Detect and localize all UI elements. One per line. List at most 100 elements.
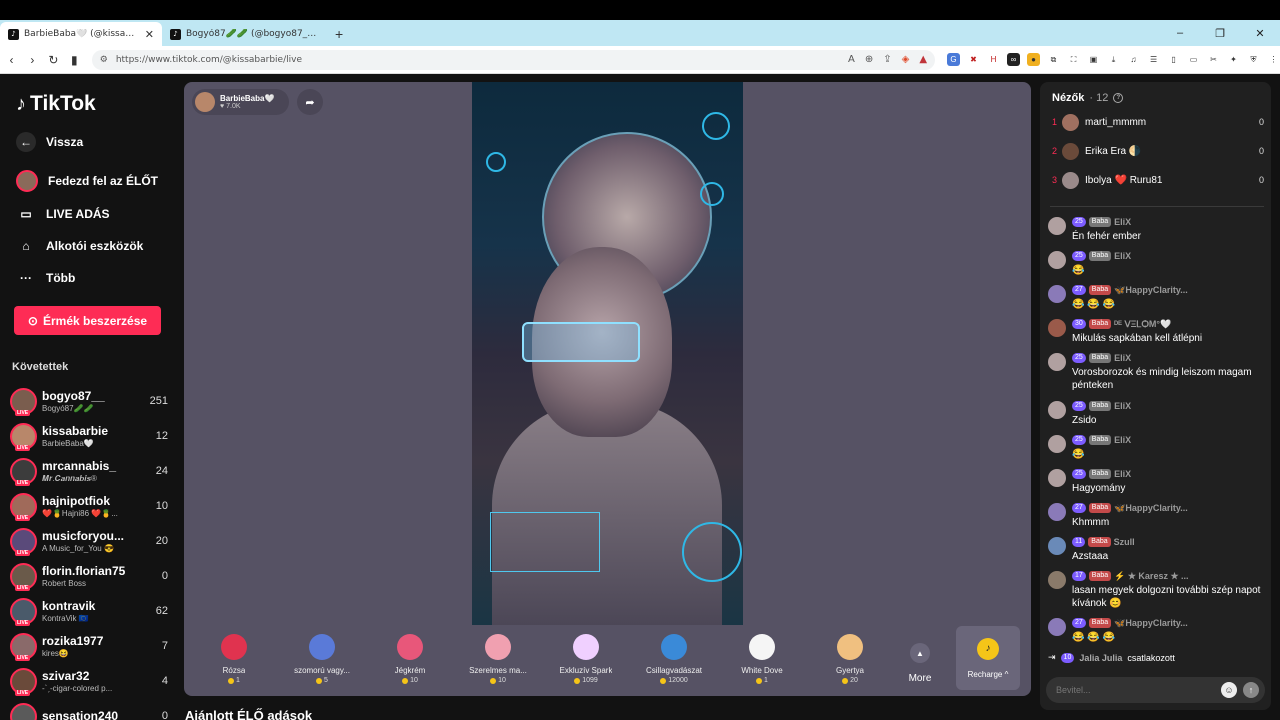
nav-explore-live[interactable]: Fedezd fel az ÉLŐT [16, 170, 158, 192]
forward-icon[interactable]: › [23, 53, 42, 67]
chat-username[interactable]: 🦋HappyClarity... [1114, 618, 1188, 629]
gift-item[interactable]: Csillagvadászat 12000 [630, 626, 718, 690]
viewers-header[interactable]: Nézők · 12 ? [1052, 92, 1124, 104]
tab-barbiebaba[interactable]: ♪ BarbieBaba🤍 (@kissabarbie ✕ [0, 22, 162, 46]
chat-username[interactable]: Szull [1114, 537, 1135, 547]
viewer-row[interactable]: 2 Erika Era 🌗 0 [1052, 140, 1264, 162]
chat-username[interactable]: EliX [1114, 401, 1131, 411]
bookmark-icon[interactable]: ▮ [65, 53, 84, 67]
avatar[interactable] [1048, 353, 1066, 371]
tab-bogyo[interactable]: ♪ Bogyó87🥒🥒 (@bogyo87__) Él [162, 22, 327, 46]
host-info-pill[interactable]: BarbieBaba🤍 ♥ 7.0K [192, 89, 289, 115]
sidebar-icon[interactable]: ▯ [1167, 53, 1180, 66]
share-icon[interactable]: ⇪ [883, 54, 891, 65]
live-video[interactable] [472, 82, 743, 625]
ai-icon[interactable]: ✦ [1227, 53, 1240, 66]
music-icon[interactable]: ♫ [1127, 53, 1140, 66]
following-item[interactable]: LIVE mrcannabis_ 𝑴𝒓.𝑪𝒂𝒏𝒏𝒂𝒃𝒊𝒔® 24 [10, 455, 168, 487]
back-link[interactable]: ← Vissza [16, 132, 83, 152]
extension-icon[interactable]: H [987, 53, 1000, 66]
chat-username[interactable]: EliX [1114, 353, 1131, 363]
following-item[interactable]: LIVE florin.florian75 Robert Boss 0 [10, 560, 168, 592]
gift-item[interactable]: szomorú vagy... 5 [278, 626, 366, 690]
more-gifts-button[interactable]: ▲ More [894, 626, 946, 690]
avatar[interactable] [1048, 319, 1066, 337]
avatar[interactable] [1048, 571, 1066, 589]
following-item[interactable]: LIVE bogyo87__ Bogyó87🥒🥒 251 [10, 385, 168, 417]
shield-icon[interactable]: ◈ [902, 54, 910, 65]
gift-item[interactable]: Jégkrém 10 [366, 626, 454, 690]
join-username[interactable]: Jalia Julia [1079, 653, 1122, 663]
chat-input[interactable] [1056, 685, 1215, 695]
gift-item[interactable]: Szerelmes ma... 10 [454, 626, 542, 690]
gift-item[interactable]: White Dove 1 [718, 626, 806, 690]
vpn-icon[interactable]: ⛨ [1247, 53, 1260, 66]
extension-icon[interactable]: ▣ [1087, 53, 1100, 66]
avatar[interactable] [1048, 618, 1066, 636]
chat-username[interactable]: ᴰᴱ ᐯΞᏞѺM°🤍 [1114, 319, 1171, 330]
reload-icon[interactable]: ↻ [44, 53, 63, 67]
following-item[interactable]: LIVE szivar32 -ˋˏ-cigar-colored p... 4 [10, 665, 168, 697]
avatar[interactable] [1048, 469, 1066, 487]
back-icon[interactable]: ‹ [2, 53, 21, 67]
extension-icon[interactable]: ● [1027, 53, 1041, 66]
share-button[interactable]: ➦ [297, 89, 323, 115]
fan-club-badge: Baba [1088, 503, 1112, 513]
chat-username[interactable]: 🦋HappyClarity... [1114, 503, 1188, 514]
chat-username[interactable]: EliX [1114, 217, 1131, 227]
extension-icon[interactable]: ⛶ [1067, 53, 1080, 66]
new-tab-button[interactable]: + [327, 22, 351, 46]
site-info-icon[interactable]: ⚙ [100, 55, 108, 65]
chat-username[interactable]: ⚡ ★ Karesz ★ ... [1114, 571, 1188, 582]
following-item[interactable]: LIVE sensation240 0 [10, 700, 168, 720]
chat-username[interactable]: EliX [1114, 469, 1131, 479]
avatar[interactable] [1048, 537, 1066, 555]
chat-username[interactable]: 🦋HappyClarity... [1114, 285, 1188, 296]
avatar[interactable] [1048, 217, 1066, 235]
gift-item[interactable]: Gyertya 20 [806, 626, 894, 690]
following-item[interactable]: LIVE rozika1977 kires😆 7 [10, 630, 168, 662]
following-item[interactable]: LIVE hajnipotfiok ❤️🍍Hajni86 ❤️🍍... 10 [10, 490, 168, 522]
wallet-icon[interactable]: ▭ [1187, 53, 1200, 66]
gift-item[interactable]: Exkluzív Spark 1099 [542, 626, 630, 690]
back-label: Vissza [46, 135, 84, 149]
nav-live-broadcast[interactable]: ▭ LIVE ADÁS [16, 204, 109, 224]
maximize-button[interactable]: ❐ [1200, 27, 1240, 40]
chat-username[interactable]: EliX [1114, 251, 1131, 261]
following-item[interactable]: LIVE kontravik KontraVik 🇪🇺 62 [10, 595, 168, 627]
reading-list-icon[interactable]: ☰ [1147, 53, 1160, 66]
download-icon[interactable]: ⤓ [1107, 53, 1120, 66]
close-window-button[interactable]: ✕ [1240, 27, 1280, 40]
nav-creator-tools[interactable]: ⌂ Alkotói eszközök [16, 236, 143, 256]
avatar[interactable] [1048, 401, 1066, 419]
avatar[interactable] [1048, 251, 1066, 269]
avatar[interactable] [1048, 435, 1066, 453]
menu-icon[interactable]: ⋮ [1267, 53, 1280, 66]
tiktok-logo[interactable]: ♪ TikTok [16, 92, 96, 116]
recharge-button[interactable]: ♪ Recharge ^ [956, 626, 1020, 690]
address-field[interactable]: ⚙ https://www.tiktok.com/@kissabarbie/li… [91, 49, 936, 70]
avatar[interactable] [1048, 285, 1066, 303]
extension-icon[interactable]: ✖ [967, 53, 980, 66]
nav-more[interactable]: ··· Több [16, 268, 75, 288]
screenshot-icon[interactable]: ✂ [1207, 53, 1220, 66]
extension-icon[interactable]: ∞ [1007, 53, 1021, 66]
viewer-row[interactable]: 3 Ibolya ❤️ Ruru81 0 [1052, 169, 1264, 191]
gift-item[interactable]: Rózsa 1 [190, 626, 278, 690]
zoom-icon[interactable]: ⊕ [865, 54, 873, 65]
avatar[interactable] [1048, 503, 1066, 521]
following-item[interactable]: LIVE musicforyou... A Music_for_You 😎 20 [10, 525, 168, 557]
translate-icon[interactable]: A [848, 54, 855, 65]
emoji-icon[interactable]: ☺ [1221, 682, 1237, 698]
viewer-row[interactable]: 1 marti_mmmm 0 [1052, 111, 1264, 133]
send-icon[interactable]: ↑ [1243, 682, 1259, 698]
get-coins-button[interactable]: ⊙ Érmék beszerzése [14, 306, 161, 335]
info-icon[interactable]: ? [1113, 93, 1124, 103]
puzzle-icon[interactable]: ⧉ [1047, 53, 1060, 66]
warning-icon[interactable]: ▲ [919, 54, 927, 65]
following-item[interactable]: LIVE kissabarbie BarbieBaba🤍 12 [10, 420, 168, 452]
minimize-button[interactable]: – [1160, 27, 1200, 39]
extension-icon[interactable]: G [947, 53, 961, 66]
close-icon[interactable]: ✕ [145, 28, 154, 41]
chat-username[interactable]: EliX [1114, 435, 1131, 445]
